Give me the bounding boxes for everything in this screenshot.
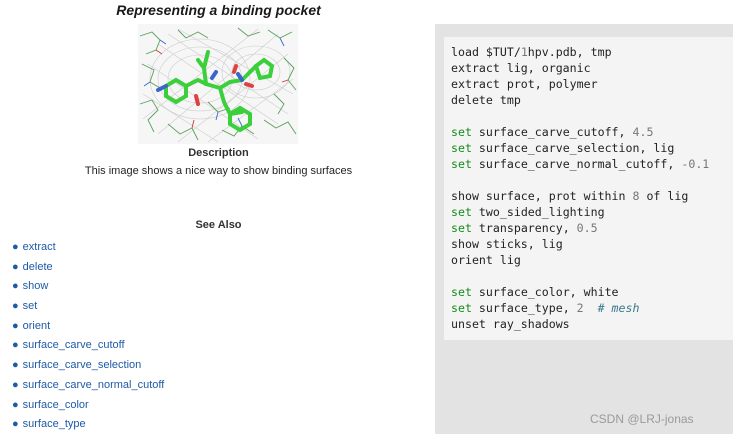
bullet-icon: ● [12, 260, 19, 273]
see-also-list: ● extract ● delete ● show ● set ● orient ● sur… [12, 240, 164, 437]
link-set[interactable]: set [23, 300, 38, 312]
code-line: set surface_color, white [451, 285, 619, 299]
link-delete[interactable]: delete [23, 261, 53, 273]
pymol-script[interactable]: load $TUT/1hpv.pdb, tmp extract lig, orga… [451, 44, 709, 332]
link-surface-color[interactable]: surface_color [23, 399, 89, 411]
link-orient[interactable]: orient [23, 320, 51, 332]
code-line: set surface_carve_normal_cutoff, -0.1 [451, 157, 710, 171]
link-surface-carve-selection[interactable]: surface_carve_selection [23, 359, 142, 371]
bullet-icon: ● [12, 398, 19, 411]
code-line: delete tmp [451, 93, 521, 107]
list-item: ● surface_color [12, 398, 164, 418]
bullet-icon: ● [12, 300, 19, 313]
code-line: extract lig, organic [451, 61, 591, 75]
link-surface-carve-cutoff[interactable]: surface_carve_cutoff [23, 339, 125, 351]
see-also-heading: See Also [195, 219, 242, 231]
watermark: CSDN @LRJ-jonas [590, 412, 694, 426]
link-extract[interactable]: extract [23, 241, 56, 253]
bullet-icon: ● [12, 241, 19, 253]
binding-pocket-image [138, 24, 298, 144]
list-item: ● orient [12, 319, 164, 339]
bullet-icon: ● [12, 359, 19, 372]
list-item: ● surface_carve_normal_cutoff [12, 378, 164, 398]
code-line: load $TUT/1hpv.pdb, tmp [451, 45, 612, 59]
description-heading: Description [188, 147, 249, 159]
code-line: set surface_carve_cutoff, 4.5 [451, 125, 654, 139]
bullet-icon: ● [12, 280, 19, 293]
list-item: ● extract [12, 240, 164, 260]
code-line: show sticks, lig [451, 237, 563, 251]
bullet-icon: ● [12, 319, 19, 332]
description-text: This image shows a nice way to show bind… [84, 165, 353, 177]
list-item: ● set [12, 299, 164, 319]
code-line: set surface_type, 2 # mesh [451, 301, 640, 315]
code-line: set surface_carve_selection, lig [451, 141, 675, 155]
list-item: ● surface_type [12, 417, 164, 437]
link-surface-carve-normal-cutoff[interactable]: surface_carve_normal_cutoff [23, 379, 165, 391]
code-line: set transparency, 0.5 [451, 221, 598, 235]
code-line: orient lig [451, 253, 521, 267]
molecule-render [138, 24, 298, 144]
code-line: show surface, prot within 8 of lig [451, 189, 689, 203]
list-item: ● surface_carve_selection [12, 358, 164, 378]
page-title: Representing a binding pocket [116, 2, 321, 18]
list-item: ● surface_carve_cutoff [12, 338, 164, 358]
bullet-icon: ● [12, 418, 19, 431]
bullet-icon: ● [12, 378, 19, 391]
list-item: ● delete [12, 260, 164, 280]
link-show[interactable]: show [23, 280, 49, 292]
wiki-content: Representing a binding pocket Descriptio… [0, 0, 435, 438]
code-line: set two_sided_lighting [451, 205, 605, 219]
list-item: ● show [12, 279, 164, 299]
code-line: unset ray_shadows [451, 317, 570, 331]
bullet-icon: ● [12, 339, 19, 352]
link-surface-type[interactable]: surface_type [23, 418, 86, 430]
code-line: extract prot, polymer [451, 77, 598, 91]
